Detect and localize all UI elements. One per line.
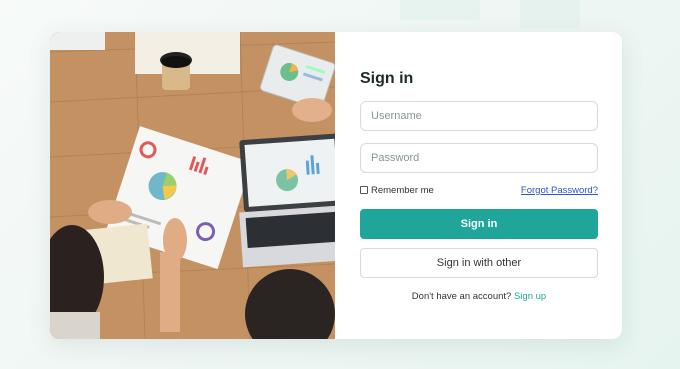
- no-account-text: Don't have an account?: [411, 291, 512, 302]
- options-row: Remember me Forgot Password?: [360, 183, 598, 197]
- forgot-password-link[interactable]: Forgot Password?: [521, 185, 598, 196]
- remember-me[interactable]: Remember me: [360, 185, 434, 196]
- signup-prompt: Don't have an account? Sign up: [360, 291, 598, 302]
- photo-illustration: [50, 32, 335, 339]
- username-input[interactable]: [360, 101, 598, 131]
- signin-card: Sign in Remember me Forgot Password? Sig…: [50, 32, 622, 339]
- signin-with-other-button[interactable]: Sign in with other: [360, 248, 598, 278]
- password-input[interactable]: [360, 143, 598, 173]
- remember-label: Remember me: [371, 184, 434, 196]
- signin-button[interactable]: Sign in: [360, 209, 598, 239]
- background-decoration: [520, 0, 580, 28]
- remember-checkbox[interactable]: [360, 186, 368, 194]
- form-title: Sign in: [360, 70, 414, 87]
- signup-link[interactable]: Sign up: [514, 291, 546, 302]
- office-meeting-photo: [50, 32, 335, 339]
- signin-form: Sign in Remember me Forgot Password? Sig…: [335, 32, 622, 339]
- background-decoration: [400, 0, 480, 20]
